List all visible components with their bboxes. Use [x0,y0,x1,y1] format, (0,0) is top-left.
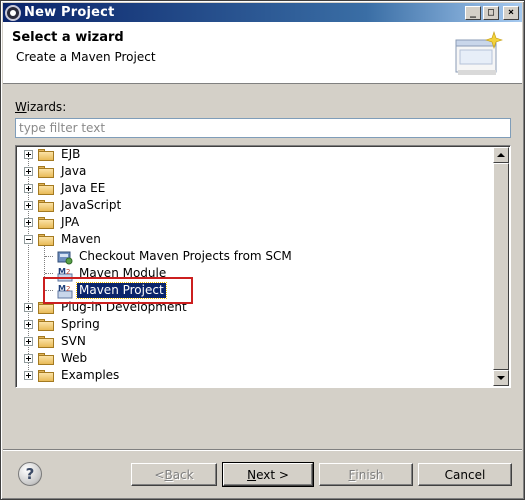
tree-item-label: Examples [61,368,120,382]
tree-item-jpa[interactable]: JPA [24,214,81,231]
tree-item-label: Spring [61,317,100,331]
tree-item-label: JPA [61,215,80,229]
wizard-tree[interactable]: EJB Java Java EE JavaScript JPA Maven Ch… [15,145,511,388]
folder-icon [38,369,54,382]
scrollbar-thumb[interactable] [493,163,509,370]
svg-text:2: 2 [66,268,70,276]
folder-icon [38,216,54,229]
folder-icon [38,165,54,178]
wizards-label-mnemonic: W [15,100,27,114]
header-description: Create a Maven Project [16,50,156,64]
expand-icon[interactable] [24,320,33,329]
tree-item-label: Java [61,164,87,178]
tree-item-label: EJB [61,147,81,161]
back-button[interactable]: < Back [131,463,217,486]
tree-item-javascript[interactable]: JavaScript [24,197,123,214]
next-button-label: ext > [256,467,289,482]
header-title: Select a wizard [12,30,124,45]
tree-item-spring[interactable]: Spring [24,316,102,333]
folder-icon [38,148,54,161]
folder-icon [38,182,54,195]
tree-item-svn[interactable]: SVN [24,333,88,350]
expand-icon[interactable] [24,167,33,176]
window-title: New Project [24,5,115,20]
arrow-down-icon [497,376,505,380]
tree-connector [45,273,53,274]
tree-item-web[interactable]: Web [24,350,89,367]
tree-vertical-scrollbar[interactable] [493,147,509,386]
folder-icon [38,318,54,331]
tree-item-examples[interactable]: Examples [24,367,121,384]
selection-highlight-annotation [43,277,193,304]
svg-text:M: M [58,267,66,276]
expand-icon[interactable] [24,218,33,227]
wizards-label: Wizards: [15,100,66,114]
maximize-button[interactable]: □ [483,5,499,20]
title-bar[interactable]: New Project _ □ × [3,3,522,22]
tree-item-label: Java EE [61,181,106,195]
minimize-button[interactable]: _ [465,5,481,20]
next-button-mnemonic: N [247,467,257,482]
scroll-down-button[interactable] [493,370,509,386]
tree-item-ejb[interactable]: EJB [24,146,82,163]
checkout-scm-icon [57,251,73,264]
filter-input[interactable] [15,118,511,138]
tree-item-java[interactable]: Java [24,163,88,180]
back-button-label: ack [172,467,194,482]
folder-icon [38,335,54,348]
expand-icon[interactable] [24,150,33,159]
tree-item-label: Web [61,351,88,365]
finish-button-label: inish [355,467,384,482]
next-button[interactable]: Next > [222,462,314,487]
expand-icon[interactable] [24,303,33,312]
expand-icon[interactable] [24,337,33,346]
new-project-dialog: New Project _ □ × Select a wizard Create… [0,0,525,500]
expand-icon[interactable] [24,184,33,193]
tree-item-maven[interactable]: Maven [24,231,103,248]
expand-icon[interactable] [24,371,33,380]
new-wizard-banner-icon [455,31,503,75]
folder-icon [38,352,54,365]
tree-item-label: SVN [61,334,86,348]
back-button-mnemonic: B [164,467,173,482]
folder-icon [38,199,54,212]
expand-icon[interactable] [24,201,33,210]
wizards-label-text: izards: [26,100,67,114]
tree-item-label: Maven [61,232,101,246]
close-button[interactable]: × [503,5,519,20]
eclipse-app-icon [5,4,21,21]
tree-item-label: Checkout Maven Projects from SCM [79,249,292,263]
scroll-up-button[interactable] [493,147,509,163]
help-button[interactable]: ? [18,462,42,486]
cancel-button-label: Cancel [444,467,486,482]
cancel-button[interactable]: Cancel [418,463,512,486]
finish-button-mnemonic: F [348,467,356,482]
expand-icon[interactable] [24,354,33,363]
folder-open-icon [38,233,54,246]
tree-item-java-ee[interactable]: Java EE [24,180,107,197]
tree-connector [45,256,53,257]
tree-item-checkout-maven-scm[interactable]: Checkout Maven Projects from SCM [45,248,294,265]
wizard-header: Select a wizard Create a Maven Project [3,22,522,84]
arrow-up-icon [497,153,505,157]
help-icon: ? [25,465,35,483]
collapse-icon[interactable] [24,235,33,244]
finish-button[interactable]: Finish [319,463,413,486]
tree-item-label: JavaScript [61,198,122,212]
button-bar-separator [3,449,522,451]
back-button-prefix: < [154,467,165,482]
